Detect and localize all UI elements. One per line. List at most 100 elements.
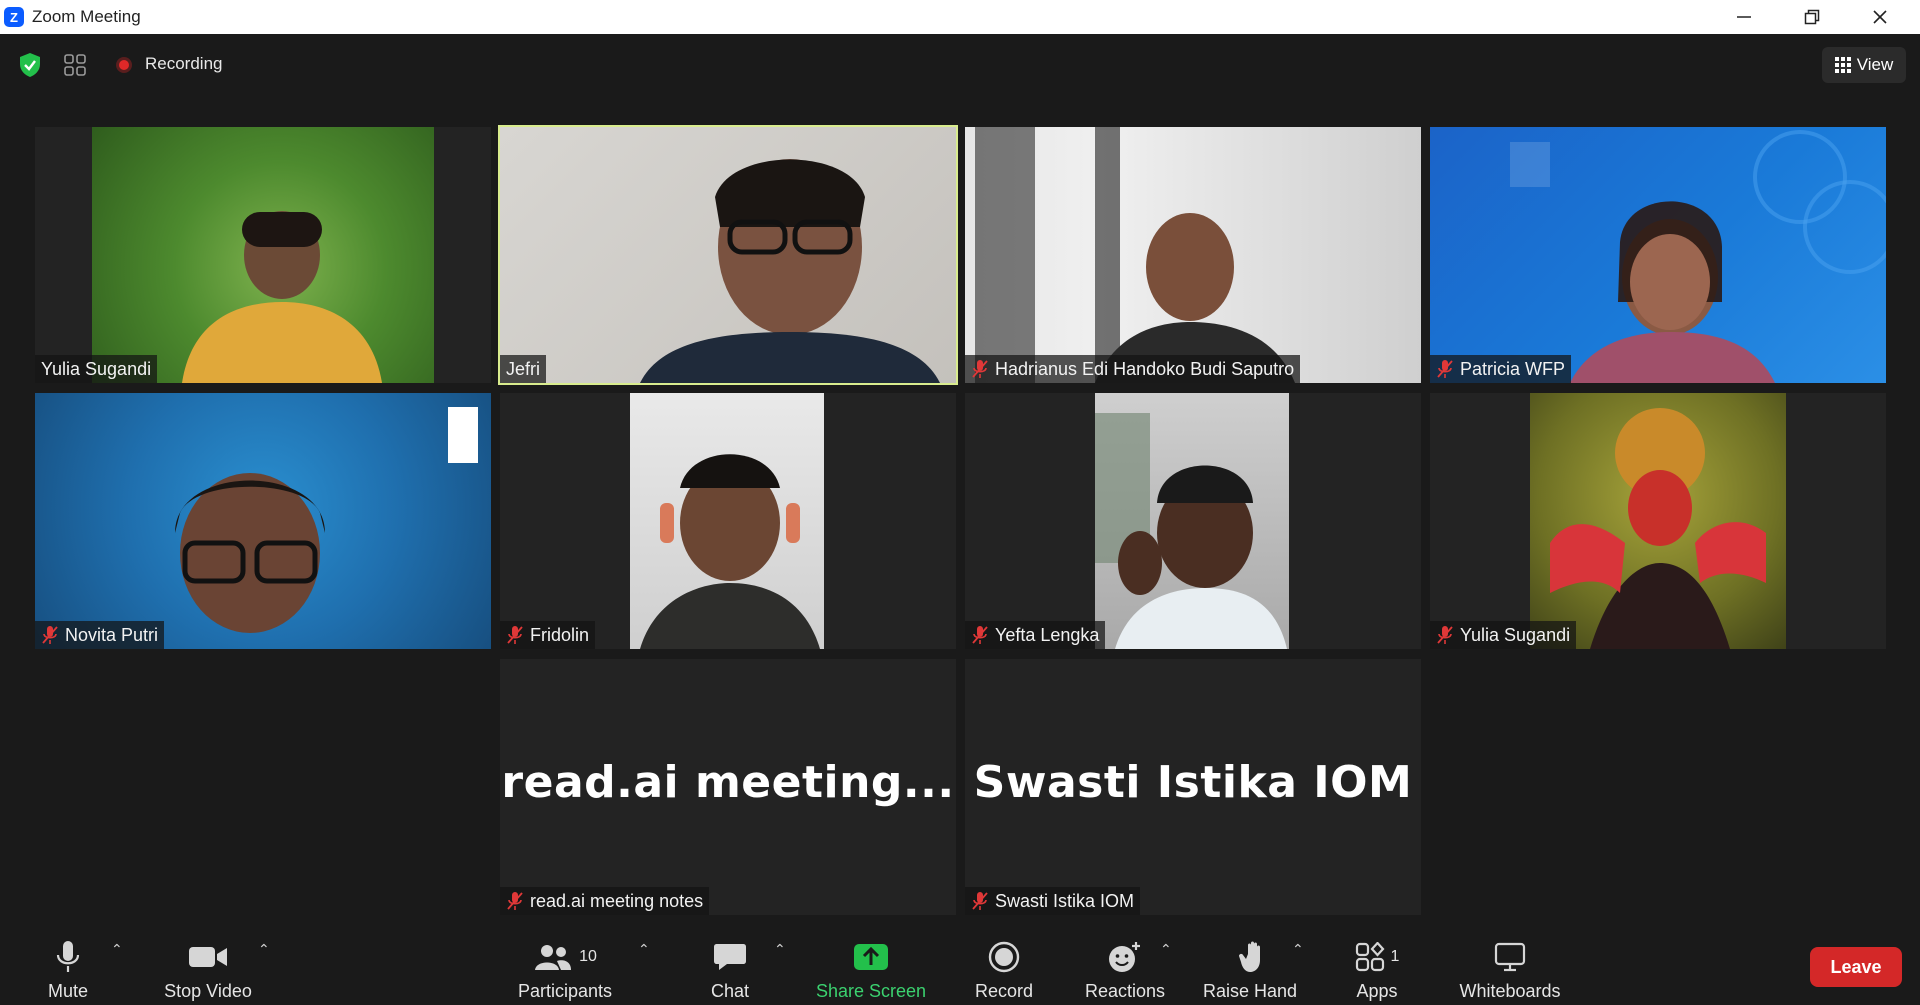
close-button[interactable] xyxy=(1846,0,1914,34)
video-camera-icon xyxy=(189,947,227,967)
participant-tile[interactable]: Yefta Lengka xyxy=(965,393,1421,649)
raise-hand-label: Raise Hand xyxy=(1202,981,1298,1001)
participants-options-chevron-icon[interactable]: ⌃ xyxy=(638,941,650,958)
chat-options-chevron-icon[interactable]: ⌃ xyxy=(774,941,786,958)
recording-label: Recording xyxy=(145,54,223,73)
mic-muted-icon xyxy=(972,360,988,378)
whiteboards-button[interactable]: Whiteboards xyxy=(1448,925,1572,1005)
chat-label: Chat xyxy=(710,981,750,1001)
participant-name: Patricia WFP xyxy=(1460,358,1566,379)
close-icon xyxy=(1873,10,1887,24)
stop-video-label: Stop Video xyxy=(164,981,252,1001)
title-bar: Z Zoom Meeting xyxy=(0,0,1920,34)
security-shield-icon[interactable] xyxy=(18,52,42,78)
avatar-image xyxy=(1550,408,1766,649)
reactions-label: Reactions xyxy=(1084,981,1166,1001)
participant-name: Novita Putri xyxy=(65,624,159,645)
participant-name: Jefri xyxy=(506,358,541,379)
leave-button[interactable]: Leave xyxy=(1810,947,1902,987)
reactions-smiley-icon xyxy=(1109,942,1140,972)
view-button[interactable]: View xyxy=(1822,47,1906,83)
person-silhouette xyxy=(640,454,820,649)
person-silhouette xyxy=(175,407,478,633)
participant-video xyxy=(1530,393,1786,649)
restore-icon xyxy=(1804,9,1820,25)
apps-count: 1 xyxy=(1390,948,1400,965)
mic-muted-icon xyxy=(507,892,523,910)
raise-hand-options-chevron-icon[interactable]: ⌃ xyxy=(1292,941,1304,958)
restore-button[interactable] xyxy=(1778,0,1846,34)
participant-video xyxy=(500,127,956,383)
mic-muted-icon xyxy=(507,626,523,644)
stop-video-button[interactable]: Stop Video xyxy=(160,925,256,1005)
participant-display-name: Swasti Istika IOM xyxy=(973,757,1413,808)
person-silhouette xyxy=(1095,413,1287,649)
participant-tile[interactable]: Swasti Istika IOM Swasti Istika IOM xyxy=(965,659,1421,915)
participant-tile[interactable]: read.ai meeting... read.ai meeting notes xyxy=(500,659,956,915)
participant-nameplate: Yulia Sugandi xyxy=(35,355,158,383)
participant-name: read.ai meeting notes xyxy=(530,890,704,911)
audio-options-chevron-icon[interactable]: ⌃ xyxy=(111,941,123,958)
minimize-icon xyxy=(1737,16,1751,18)
record-button[interactable]: Record xyxy=(970,925,1038,1005)
raise-hand-button[interactable]: Raise Hand xyxy=(1200,925,1300,1005)
reactions-button[interactable]: Reactions xyxy=(1080,925,1170,1005)
participant-video xyxy=(1430,127,1886,383)
participant-nameplate: Yulia Sugandi xyxy=(1430,621,1577,649)
mic-muted-icon xyxy=(972,892,988,910)
reactions-options-chevron-icon[interactable]: ⌃ xyxy=(1160,941,1172,958)
mute-button[interactable]: Mute xyxy=(40,925,96,1005)
participant-tile[interactable]: Hadrianus Edi Handoko Budi Saputro xyxy=(965,127,1421,383)
participant-tile[interactable]: Yulia Sugandi xyxy=(35,127,491,383)
meeting-controls-bar: Mute ⌃ Stop Video ⌃ 10 Participants ⌃ Ch… xyxy=(0,925,1920,1005)
mic-muted-icon xyxy=(972,626,988,644)
chat-button[interactable]: Chat xyxy=(700,925,760,1005)
whiteboard-icon xyxy=(1494,942,1526,972)
mic-muted-icon xyxy=(1437,626,1453,644)
participant-nameplate: Patricia WFP xyxy=(1430,355,1572,383)
record-label: Record xyxy=(974,981,1034,1001)
participant-name: Hadrianus Edi Handoko Budi Saputro xyxy=(995,358,1295,379)
person-silhouette xyxy=(975,127,1295,383)
participant-tile-active-speaker[interactable]: Jefri xyxy=(498,125,958,385)
whiteboards-label: Whiteboards xyxy=(1459,981,1561,1001)
mute-label: Mute xyxy=(47,981,89,1001)
view-label: View xyxy=(1856,55,1894,74)
participant-nameplate: Swasti Istika IOM xyxy=(965,887,1141,915)
participant-video xyxy=(630,393,824,649)
view-grid-icon xyxy=(1834,57,1851,73)
participant-video xyxy=(92,127,434,383)
participant-video xyxy=(35,393,491,649)
participant-name: Yulia Sugandi xyxy=(41,358,152,379)
participants-count: 10 xyxy=(579,948,597,965)
participant-tile[interactable]: Yulia Sugandi xyxy=(1430,393,1886,649)
share-screen-button[interactable]: Share Screen xyxy=(812,925,930,1005)
participant-tile[interactable]: Patricia WFP xyxy=(1430,127,1886,383)
meeting-info-grid-icon[interactable] xyxy=(62,52,88,78)
participant-nameplate: Novita Putri xyxy=(35,621,165,649)
chat-bubble-icon xyxy=(714,944,746,970)
participant-tile[interactable]: Novita Putri xyxy=(35,393,491,649)
person-silhouette xyxy=(640,159,940,383)
apps-label: Apps xyxy=(1356,981,1398,1001)
video-options-chevron-icon[interactable]: ⌃ xyxy=(258,941,270,958)
apps-button[interactable]: 1 Apps xyxy=(1345,925,1409,1005)
participant-nameplate: Jefri xyxy=(500,355,547,383)
participant-name: Yulia Sugandi xyxy=(1460,624,1571,645)
record-icon xyxy=(988,941,1020,973)
participant-name: Swasti Istika IOM xyxy=(995,890,1135,911)
zoom-logo-icon: Z xyxy=(4,7,24,27)
participant-nameplate: Fridolin xyxy=(500,621,596,649)
participants-icon xyxy=(535,945,572,970)
participants-label: Participants xyxy=(517,981,613,1001)
apps-icon xyxy=(1355,942,1385,972)
participants-button[interactable]: 10 Participants xyxy=(510,925,620,1005)
minimize-button[interactable] xyxy=(1710,0,1778,34)
participant-nameplate: Hadrianus Edi Handoko Budi Saputro xyxy=(965,355,1301,383)
raise-hand-icon xyxy=(1239,941,1260,972)
recording-indicator-icon[interactable] xyxy=(116,57,132,73)
participant-display-name: read.ai meeting... xyxy=(501,757,955,808)
share-screen-icon xyxy=(854,944,888,970)
participant-name: Yefta Lengka xyxy=(995,624,1100,645)
participant-tile[interactable]: Fridolin xyxy=(500,393,956,649)
